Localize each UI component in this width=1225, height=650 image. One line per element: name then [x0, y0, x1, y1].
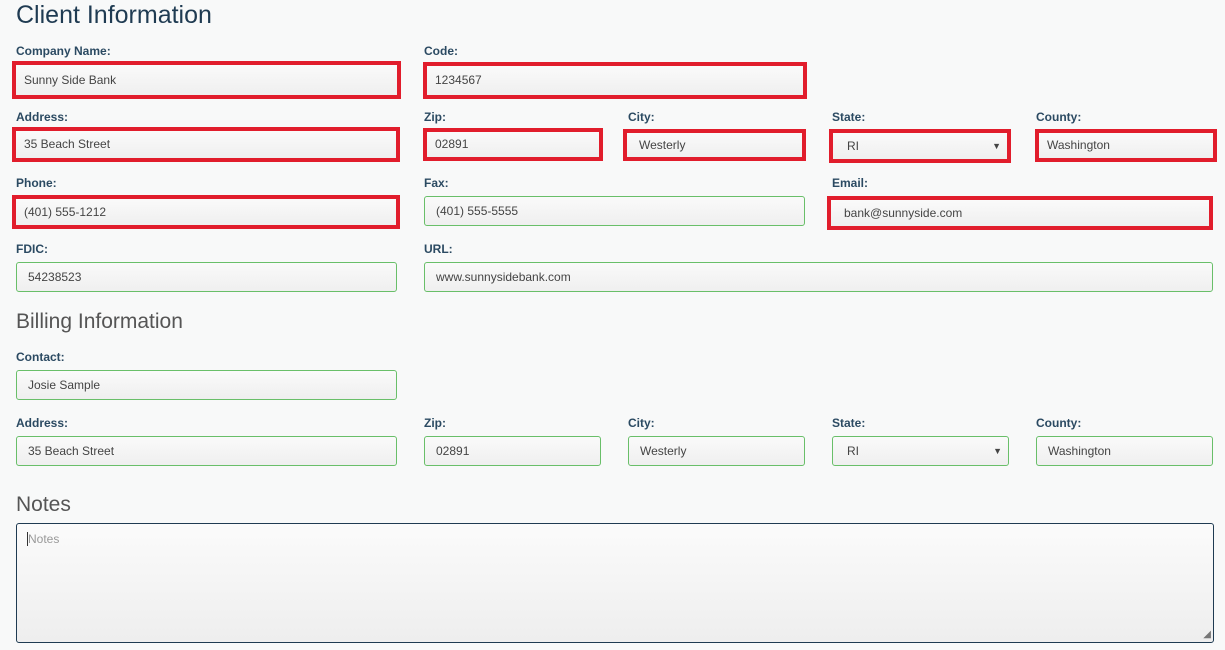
fax-value: (401) 555-5555: [436, 204, 519, 218]
phone-label: Phone:: [16, 176, 57, 190]
fdic-input[interactable]: 54238523: [16, 262, 397, 292]
address-value: 35 Beach Street: [24, 137, 111, 151]
billing-state-label: State:: [832, 416, 866, 430]
email-value: bank@sunnyside.com: [844, 206, 963, 220]
code-value: 1234567: [435, 73, 482, 87]
billing-city-value: Westerly: [640, 444, 687, 458]
code-label: Code:: [424, 44, 458, 58]
city-label: City:: [628, 110, 655, 124]
zip-input[interactable]: 02891: [423, 128, 603, 161]
billing-county-label: County:: [1036, 416, 1082, 430]
notes-title: Notes: [16, 493, 71, 516]
state-select[interactable]: RI ▼: [829, 129, 1011, 163]
url-input[interactable]: www.sunnysidebank.com: [424, 262, 1213, 292]
chevron-down-icon: ▼: [992, 141, 1001, 151]
contact-input[interactable]: Josie Sample: [16, 370, 397, 400]
city-input[interactable]: Westerly: [623, 129, 806, 161]
billing-state-value: RI: [847, 444, 859, 458]
resize-grip-icon[interactable]: ◢: [1203, 630, 1211, 640]
zip-label: Zip:: [424, 110, 446, 124]
billing-info-title: Billing Information: [16, 310, 183, 333]
address-label: Address:: [16, 110, 69, 124]
zip-value: 02891: [435, 137, 469, 151]
notes-textarea[interactable]: Notes ◢: [16, 523, 1214, 643]
billing-zip-value: 02891: [436, 444, 470, 458]
url-label: URL:: [424, 242, 453, 256]
billing-state-select[interactable]: RI ▼: [832, 436, 1009, 466]
email-input[interactable]: bank@sunnyside.com: [827, 196, 1213, 230]
email-label: Email:: [832, 176, 869, 190]
fdic-label: FDIC:: [16, 242, 48, 256]
address-input[interactable]: 35 Beach Street: [12, 127, 400, 162]
contact-label: Contact:: [16, 350, 65, 364]
url-value: www.sunnysidebank.com: [436, 270, 571, 284]
billing-city-input[interactable]: Westerly: [628, 436, 805, 466]
phone-input[interactable]: (401) 555-1212: [12, 195, 400, 229]
chevron-down-icon: ▼: [993, 446, 1002, 456]
text-cursor: [27, 532, 28, 546]
county-label: County:: [1036, 110, 1082, 124]
company-name-label: Company Name:: [16, 44, 111, 58]
billing-county-value: Washington: [1048, 444, 1111, 458]
county-input[interactable]: Washington: [1035, 129, 1217, 162]
code-input[interactable]: 1234567: [423, 62, 807, 99]
billing-address-value: 35 Beach Street: [28, 444, 115, 458]
state-label: State:: [832, 110, 866, 124]
billing-zip-input[interactable]: 02891: [424, 436, 601, 466]
company-name-input[interactable]: Sunny Side Bank: [12, 61, 401, 99]
notes-placeholder: Notes: [28, 532, 60, 546]
billing-address-label: Address:: [16, 416, 69, 430]
phone-value: (401) 555-1212: [24, 205, 107, 219]
billing-zip-label: Zip:: [424, 416, 446, 430]
company-name-value: Sunny Side Bank: [24, 73, 117, 87]
client-info-title: Client Information: [16, 1, 212, 29]
contact-value: Josie Sample: [28, 378, 101, 392]
billing-city-label: City:: [628, 416, 655, 430]
billing-address-input[interactable]: 35 Beach Street: [16, 436, 397, 466]
fax-input[interactable]: (401) 555-5555: [424, 196, 805, 226]
state-value: RI: [847, 139, 859, 153]
county-value: Washington: [1047, 138, 1110, 152]
fdic-value: 54238523: [28, 270, 82, 284]
billing-county-input[interactable]: Washington: [1036, 436, 1213, 466]
city-value: Westerly: [639, 138, 686, 152]
fax-label: Fax:: [424, 176, 449, 190]
